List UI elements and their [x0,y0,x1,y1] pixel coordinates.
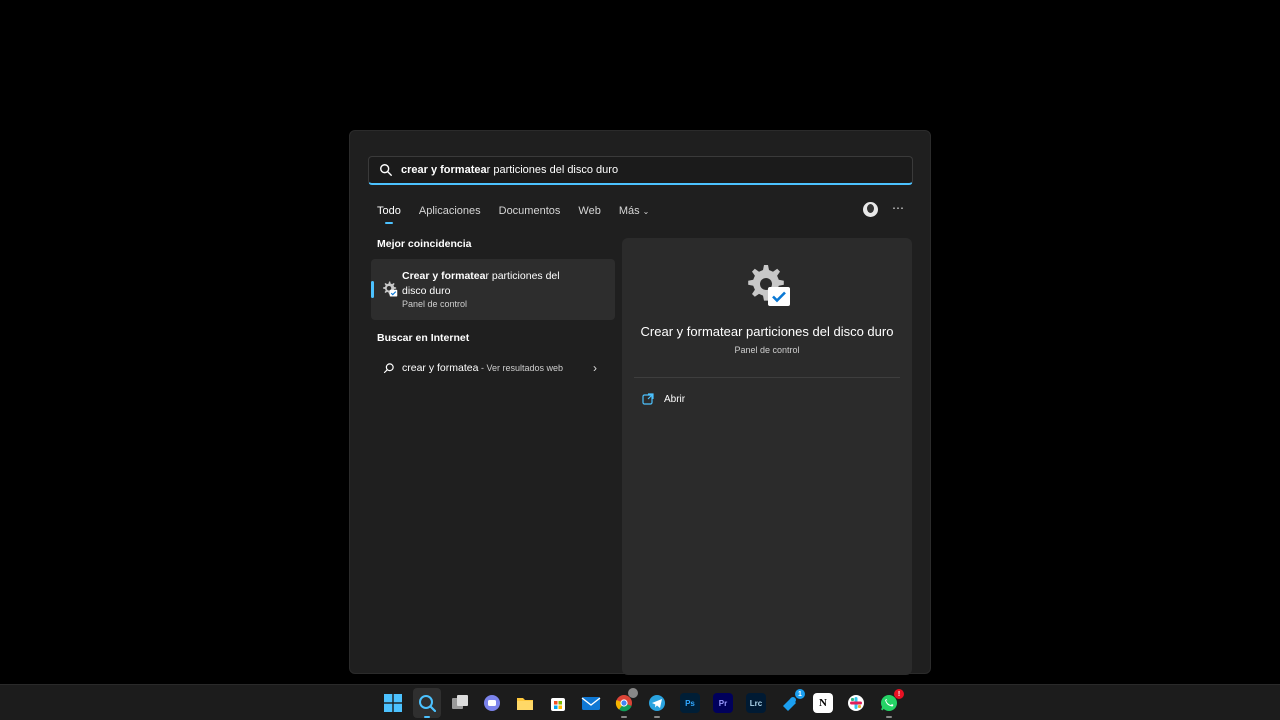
tab-todo[interactable]: Todo [377,205,401,224]
search-query-bold: crear y formatea [401,164,487,176]
open-action-label: Abrir [664,393,686,405]
whatsapp-badge: ! [894,689,904,699]
best-match-item[interactable]: Crear y formatear particiones del disco … [371,259,615,320]
results-list: Mejor coincidencia Crear y formatear par… [371,238,615,377]
more-options-icon[interactable]: ⋯ [892,201,905,215]
photoshop-icon[interactable]: Ps [680,693,700,713]
search-panel: crear y formatear particiones del disco … [349,130,931,675]
search-query-rest: r particiones del disco duro [486,164,619,176]
mail-icon[interactable] [581,693,601,713]
notion-icon[interactable]: N [813,693,833,713]
active-indicator [424,716,430,718]
search-box[interactable]: crear y formatear particiones del disco … [368,156,913,185]
windows-start-icon[interactable] [383,693,403,713]
web-search-item[interactable]: crear y formatea - Ver resultados web › [371,361,615,377]
slack-icon[interactable] [846,693,866,713]
steam-badge: 1 [795,689,805,699]
lightroom-classic-icon[interactable]: Lrc [746,693,766,713]
gear-check-icon [383,281,398,297]
best-match-heading: Mejor coincidencia [377,238,472,250]
search-icon[interactable] [417,693,437,718]
premiere-label: Pr [718,698,728,708]
desktop-background: crear y formatear particiones del disco … [0,0,1280,720]
best-match-subtitle: Panel de control [402,299,468,309]
chevron-down-icon: ⌄ [642,207,650,216]
best-match-title: Crear y formatear particiones del disco … [402,269,572,299]
open-indicator [654,716,660,718]
search-icon [380,164,392,176]
whatsapp-icon[interactable]: ! [879,689,904,718]
internet-heading: Buscar en Internet [377,332,470,344]
detail-title: Crear y formatear particiones del disco … [640,324,894,339]
web-search-query: crear y formatea [402,362,479,374]
divider [634,377,900,378]
web-search-suffix: - Ver resultados web [478,363,563,373]
tab-web[interactable]: Web [578,205,600,217]
user-avatar[interactable] [863,202,878,217]
tab-mas-label: Más [618,205,640,217]
open-external-icon [642,393,654,405]
premiere-icon[interactable]: Pr [713,693,733,713]
steam-icon[interactable]: 1 [780,689,805,713]
web-search-text: crear y formatea - Ver resultados web [402,362,563,374]
filter-tabs: Todo Aplicaciones Documentos Web Más ⌄ [377,205,667,224]
taskbar: Ps Pr Lrc 1 N ! [0,684,1280,720]
open-indicator [621,716,627,718]
detail-subtitle: Panel de control [734,345,800,355]
open-indicator [886,716,892,718]
gear-check-icon [748,265,790,306]
selection-indicator [371,281,374,298]
chrome-icon[interactable] [614,688,638,718]
best-match-title-bold: Crear y formatea [402,270,486,282]
search-icon [383,363,394,374]
tab-documentos[interactable]: Documentos [499,205,561,217]
chrome-profile-badge [628,688,638,698]
tab-aplicaciones[interactable]: Aplicaciones [419,205,481,217]
task-view-icon[interactable] [450,693,470,713]
teams-chat-icon[interactable] [482,693,502,713]
tab-mas[interactable]: Más ⌄ [619,205,649,217]
detail-pane: Crear y formatear particiones del disco … [622,238,912,675]
notion-label: N [819,697,827,709]
telegram-icon[interactable] [647,693,667,718]
chevron-right-icon[interactable]: › [593,361,597,375]
file-explorer-icon[interactable] [515,693,535,713]
open-action[interactable]: Abrir [642,393,685,405]
lightroom-label: Lrc [749,698,763,708]
microsoft-store-icon[interactable] [548,693,568,713]
search-input[interactable]: crear y formatear particiones del disco … [401,164,618,176]
photoshop-label: Ps [685,698,695,708]
